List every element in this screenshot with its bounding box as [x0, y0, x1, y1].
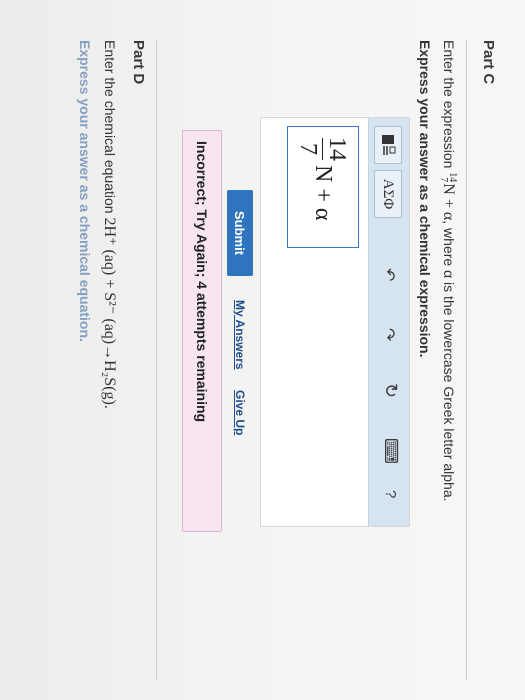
editor-toolbar: ΑΣΦ ↶ ↷ ↻ ⌨ ?: [368, 118, 409, 526]
screen: Part C Enter the expression 14 7 N + α, …: [0, 0, 525, 700]
part-d-instruction-cut: Express your answer as a chemical equati…: [77, 40, 93, 342]
give-up-link[interactable]: Give Up: [233, 390, 247, 435]
feedback-banner: Incorrect; Try Again; 4 attempts remaini…: [182, 130, 222, 532]
answer-fraction: 14 7: [295, 137, 351, 161]
template-fraction-icon: [382, 135, 396, 155]
keyboard-icon[interactable]: ⌨: [380, 438, 401, 464]
nuclide-atomic: 7: [437, 177, 449, 183]
answer-expression: N + α: [310, 165, 337, 221]
template-fraction-button[interactable]: [374, 126, 402, 164]
nuclide-mass: 14: [446, 172, 458, 183]
part-c-prompt-suffix: , where α is the lowercase Greek letter …: [441, 220, 457, 502]
redo-icon[interactable]: ↷: [379, 328, 399, 341]
part-c-instruction: Express your answer as a chemical expres…: [417, 40, 433, 358]
answer-editor: ΑΣΦ ↶ ↷ ↻ ⌨ ? 14 7 N + α: [260, 117, 410, 527]
nuclide-numbers: 14 7: [437, 172, 458, 183]
part-d-prompt-prefix: Enter the chemical equation: [102, 40, 118, 214]
part-c-prompt-prefix: Enter the expression: [441, 40, 457, 169]
help-button[interactable]: ?: [382, 490, 399, 498]
greek-letters-button[interactable]: ΑΣΦ: [374, 170, 402, 218]
submit-button[interactable]: Submit: [227, 190, 253, 276]
part-c-nuclide: 14 7 N + α: [437, 172, 458, 221]
top-divider: [466, 40, 467, 680]
answer-denominator: 7: [295, 143, 322, 155]
my-answers-link[interactable]: My Answers: [233, 300, 247, 370]
part-c-prompt: Enter the expression 14 7 N + α, where α…: [437, 40, 458, 502]
answer-input[interactable]: 14 7 N + α: [287, 126, 359, 248]
part-d-prompt: Enter the chemical equation 2H⁺ (aq) + S…: [100, 40, 120, 409]
nuclide-symbol: N + α: [440, 183, 457, 221]
answer-numerator: 14: [324, 137, 351, 161]
part-d-equation: 2H⁺ (aq) + S²⁻ (aq)→H₂S(g).: [101, 217, 118, 409]
fraction-bar: [322, 138, 324, 160]
part-divider: [156, 40, 157, 680]
reset-icon[interactable]: ↻: [380, 383, 401, 398]
feedback-text: Incorrect; Try Again; 4 attempts remaini…: [194, 141, 210, 423]
part-d-title: Part D: [130, 40, 147, 85]
undo-icon[interactable]: ↶: [379, 268, 399, 281]
part-c-title: Part C: [480, 40, 497, 85]
